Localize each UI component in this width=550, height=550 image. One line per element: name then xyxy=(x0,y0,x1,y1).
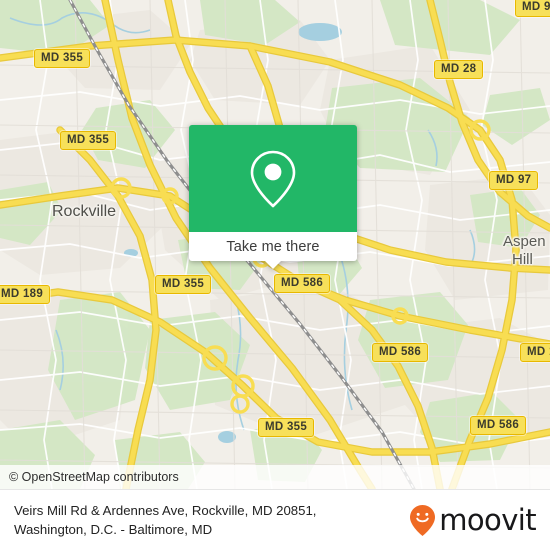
road-shield-md586-center[interactable]: MD 586 xyxy=(274,274,331,293)
road-shield-md97-top-right[interactable]: MD 97 xyxy=(515,0,550,17)
road-shield-md586-lower[interactable]: MD 586 xyxy=(372,343,429,362)
road-shield-md355-top-left[interactable]: MD 355 xyxy=(34,49,91,68)
address-line-2: Washington, D.C. - Baltimore, MD xyxy=(14,522,213,537)
place-label-hill: Hill xyxy=(512,251,533,268)
address-text: Veirs Mill Rd & Ardennes Ave, Rockville,… xyxy=(14,501,316,539)
popup-action-bar[interactable]: Take me there xyxy=(189,232,357,269)
road-shield-md355-bottom[interactable]: MD 355 xyxy=(258,418,315,437)
moovit-wordmark: moovit xyxy=(439,503,536,537)
road-shield-md355-upper-left[interactable]: MD 355 xyxy=(60,131,117,150)
popup-icon-area xyxy=(189,125,357,232)
take-me-there-label: Take me there xyxy=(226,238,320,255)
place-label-rockville: Rockville xyxy=(52,203,117,220)
map-attribution-bar: © OpenStreetMap contributors xyxy=(0,465,550,489)
location-popup-card[interactable]: Take me there xyxy=(189,125,357,269)
place-label-aspen: Aspen xyxy=(503,233,546,250)
map-pin-icon xyxy=(250,150,296,207)
map-canvas[interactable]: Rockville Aspen Hill MD 355 MD 28 MD 97 … xyxy=(0,0,550,489)
road-shield-md97-right[interactable]: MD 97 xyxy=(489,171,539,190)
footer-bar: Veirs Mill Rd & Ardennes Ave, Rockville,… xyxy=(0,489,550,550)
moovit-map-screen: Rockville Aspen Hill MD 355 MD 28 MD 97 … xyxy=(0,0,550,550)
road-shield-md28[interactable]: MD 28 xyxy=(434,60,484,79)
popup-pointer-tail xyxy=(264,260,282,269)
road-shield-md355-center[interactable]: MD 355 xyxy=(155,275,212,294)
road-shield-md1-right[interactable]: MD 1 xyxy=(520,343,550,362)
address-line-1: Veirs Mill Rd & Ardennes Ave, Rockville,… xyxy=(14,503,317,518)
road-shield-md189[interactable]: MD 189 xyxy=(0,285,51,304)
moovit-brand[interactable]: moovit xyxy=(409,503,537,537)
road-shield-md586-bottom[interactable]: MD 586 xyxy=(470,416,527,435)
openstreetmap-attribution[interactable]: © OpenStreetMap contributors xyxy=(9,470,179,484)
moovit-pin-smiley-icon xyxy=(410,504,436,536)
